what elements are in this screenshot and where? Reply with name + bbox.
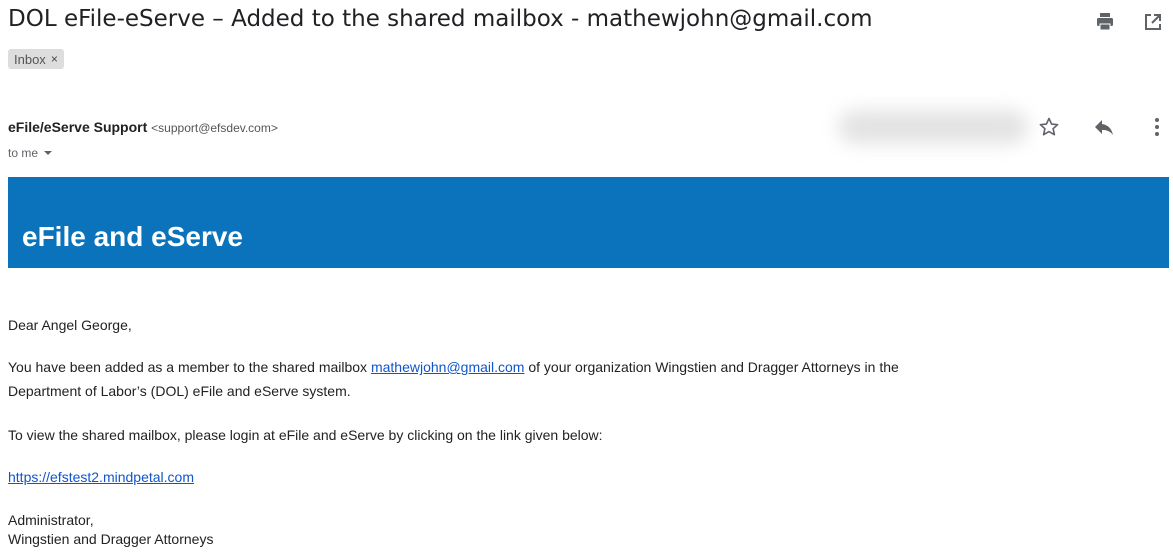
paragraph-1-text-start: You have been added as a member to the s… [8,359,371,375]
star-icon[interactable] [1037,115,1061,139]
reply-icon[interactable] [1092,115,1116,139]
paragraph-1-text-end: of your organization Wingstien and Dragg… [524,359,899,375]
paragraph-2: To view the shared mailbox, please login… [8,427,603,443]
signature-line-1: Administrator, [8,512,94,528]
sender-name[interactable]: eFile/eServe Support [8,119,147,135]
shared-mailbox-link[interactable]: mathewjohn@gmail.com [371,359,525,375]
chevron-down-icon [44,151,53,155]
recipient-toggle[interactable]: to me [8,146,54,160]
print-icon[interactable] [1093,10,1117,34]
inbox-label-chip: Inbox × [8,49,64,69]
banner-title: eFile and eServe [22,221,244,252]
greeting: Dear Angel George, [8,317,132,333]
login-link[interactable]: https://efstest2.mindpetal.com [8,468,194,486]
sender-info: eFile/eServe Support <support@efsdev.com… [8,119,278,135]
email-subject: DOL eFile-eServe – Added to the shared m… [8,6,873,32]
sender-email: <support@efsdev.com> [151,121,278,135]
paragraph-1-line-1: You have been added as a member to the s… [8,358,899,376]
signature-line-2: Wingstien and Dragger Attorneys [8,531,214,547]
open-in-new-window-icon[interactable] [1141,10,1165,34]
paragraph-1-line-2: Department of Labor’s (DOL) eFile and eS… [8,383,351,399]
recipient-text: to me [8,146,39,160]
redacted-date [838,110,1028,144]
label-text: Inbox [14,51,46,67]
email-banner: eFile and eServe [8,177,1169,268]
more-options-icon[interactable] [1145,115,1169,139]
remove-label-icon[interactable]: × [51,52,58,66]
